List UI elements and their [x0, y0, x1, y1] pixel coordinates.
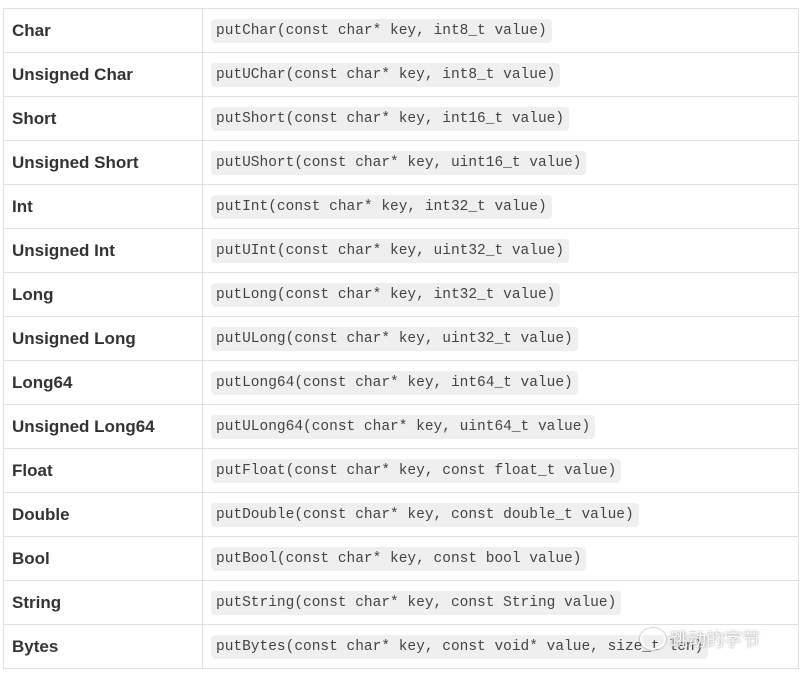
type-name: Float: [3, 448, 203, 493]
table-row: Bool putBool(const char* key, const bool …: [3, 536, 799, 581]
type-name: Unsigned Long64: [3, 404, 203, 449]
method-cell: putString(const char* key, const String …: [202, 580, 799, 625]
method-signature: putULong(const char* key, uint32_t value…: [211, 326, 578, 351]
method-signature: putLong(const char* key, int32_t value): [211, 282, 561, 307]
type-name: Double: [3, 492, 203, 537]
type-name: Unsigned Char: [3, 52, 203, 97]
type-name: Char: [3, 8, 203, 53]
type-name: Long64: [3, 360, 203, 405]
method-cell: putUChar(const char* key, int8_t value): [202, 52, 799, 97]
table-row: Unsigned Long putULong(const char* key, u…: [3, 316, 799, 361]
method-cell: putShort(const char* key, int16_t value): [202, 96, 799, 141]
method-cell: putUInt(const char* key, uint32_t value): [202, 228, 799, 273]
type-name: Bytes: [3, 624, 203, 669]
method-signature: putBytes(const char* key, const void* va…: [211, 634, 709, 659]
method-signature: putFloat(const char* key, const float_t …: [211, 458, 622, 483]
watermark-text: 跳动的字节: [670, 630, 760, 651]
method-cell: putLong(const char* key, int32_t value): [202, 272, 799, 317]
table-row: Unsigned Long64 putULong64(const char* ke…: [3, 404, 799, 449]
table-row: Long64 putLong64(const char* key, int64_t…: [3, 360, 799, 405]
method-cell: putFloat(const char* key, const float_t …: [202, 448, 799, 493]
method-cell: putULong64(const char* key, uint64_t val…: [202, 404, 799, 449]
method-signature: putString(const char* key, const String …: [211, 590, 622, 615]
method-signature: putULong64(const char* key, uint64_t val…: [211, 414, 596, 439]
table-row: Char putChar(const char* key, int8_t valu…: [3, 8, 799, 53]
method-signature: putChar(const char* key, int8_t value): [211, 18, 552, 43]
method-cell: putBool(const char* key, const bool valu…: [202, 536, 799, 581]
type-name: Unsigned Short: [3, 140, 203, 185]
table-row: Long putLong(const char* key, int32_t val…: [3, 272, 799, 317]
type-name: Long: [3, 272, 203, 317]
table-row: Double putDouble(const char* key, const d…: [3, 492, 799, 537]
method-signature: putUChar(const char* key, int8_t value): [211, 62, 561, 87]
type-name: String: [3, 580, 203, 625]
method-cell: putLong64(const char* key, int64_t value…: [202, 360, 799, 405]
wechat-icon: [640, 628, 666, 650]
method-cell: putUShort(const char* key, uint16_t valu…: [202, 140, 799, 185]
table-row: Unsigned Short putUShort(const char* key,…: [3, 140, 799, 185]
method-signature: putUInt(const char* key, uint32_t value): [211, 238, 570, 263]
method-signature: putShort(const char* key, int16_t value): [211, 106, 570, 131]
method-signature: putLong64(const char* key, int64_t value…: [211, 370, 578, 395]
type-name: Int: [3, 184, 203, 229]
method-cell: putInt(const char* key, int32_t value): [202, 184, 799, 229]
method-signature: putBool(const char* key, const bool valu…: [211, 546, 587, 571]
watermark: 跳动的字节: [640, 626, 760, 652]
table-row: Int putInt(const char* key, int32_t value…: [3, 184, 799, 229]
method-cell: putChar(const char* key, int8_t value): [202, 8, 799, 53]
method-cell: putULong(const char* key, uint32_t value…: [202, 316, 799, 361]
method-cell: putDouble(const char* key, const double_…: [202, 492, 799, 537]
table-row: Short putShort(const char* key, int16_t v…: [3, 96, 799, 141]
table-body: Char putChar(const char* key, int8_t valu…: [3, 8, 799, 669]
type-name: Unsigned Int: [3, 228, 203, 273]
method-signature: putInt(const char* key, int32_t value): [211, 194, 552, 219]
table-row: String putString(const char* key, const S…: [3, 580, 799, 625]
table-row: Unsigned Int putUInt(const char* key, uin…: [3, 228, 799, 273]
table-row: Float putFloat(const char* key, const flo…: [3, 448, 799, 493]
method-signature: putUShort(const char* key, uint16_t valu…: [211, 150, 587, 175]
table-row: Unsigned Char putUChar(const char* key, i…: [3, 52, 799, 97]
type-name: Bool: [3, 536, 203, 581]
method-signature: putDouble(const char* key, const double_…: [211, 502, 639, 527]
type-method-table: Char putChar(const char* key, int8_t valu…: [3, 8, 799, 669]
type-name: Short: [3, 96, 203, 141]
type-name: Unsigned Long: [3, 316, 203, 361]
